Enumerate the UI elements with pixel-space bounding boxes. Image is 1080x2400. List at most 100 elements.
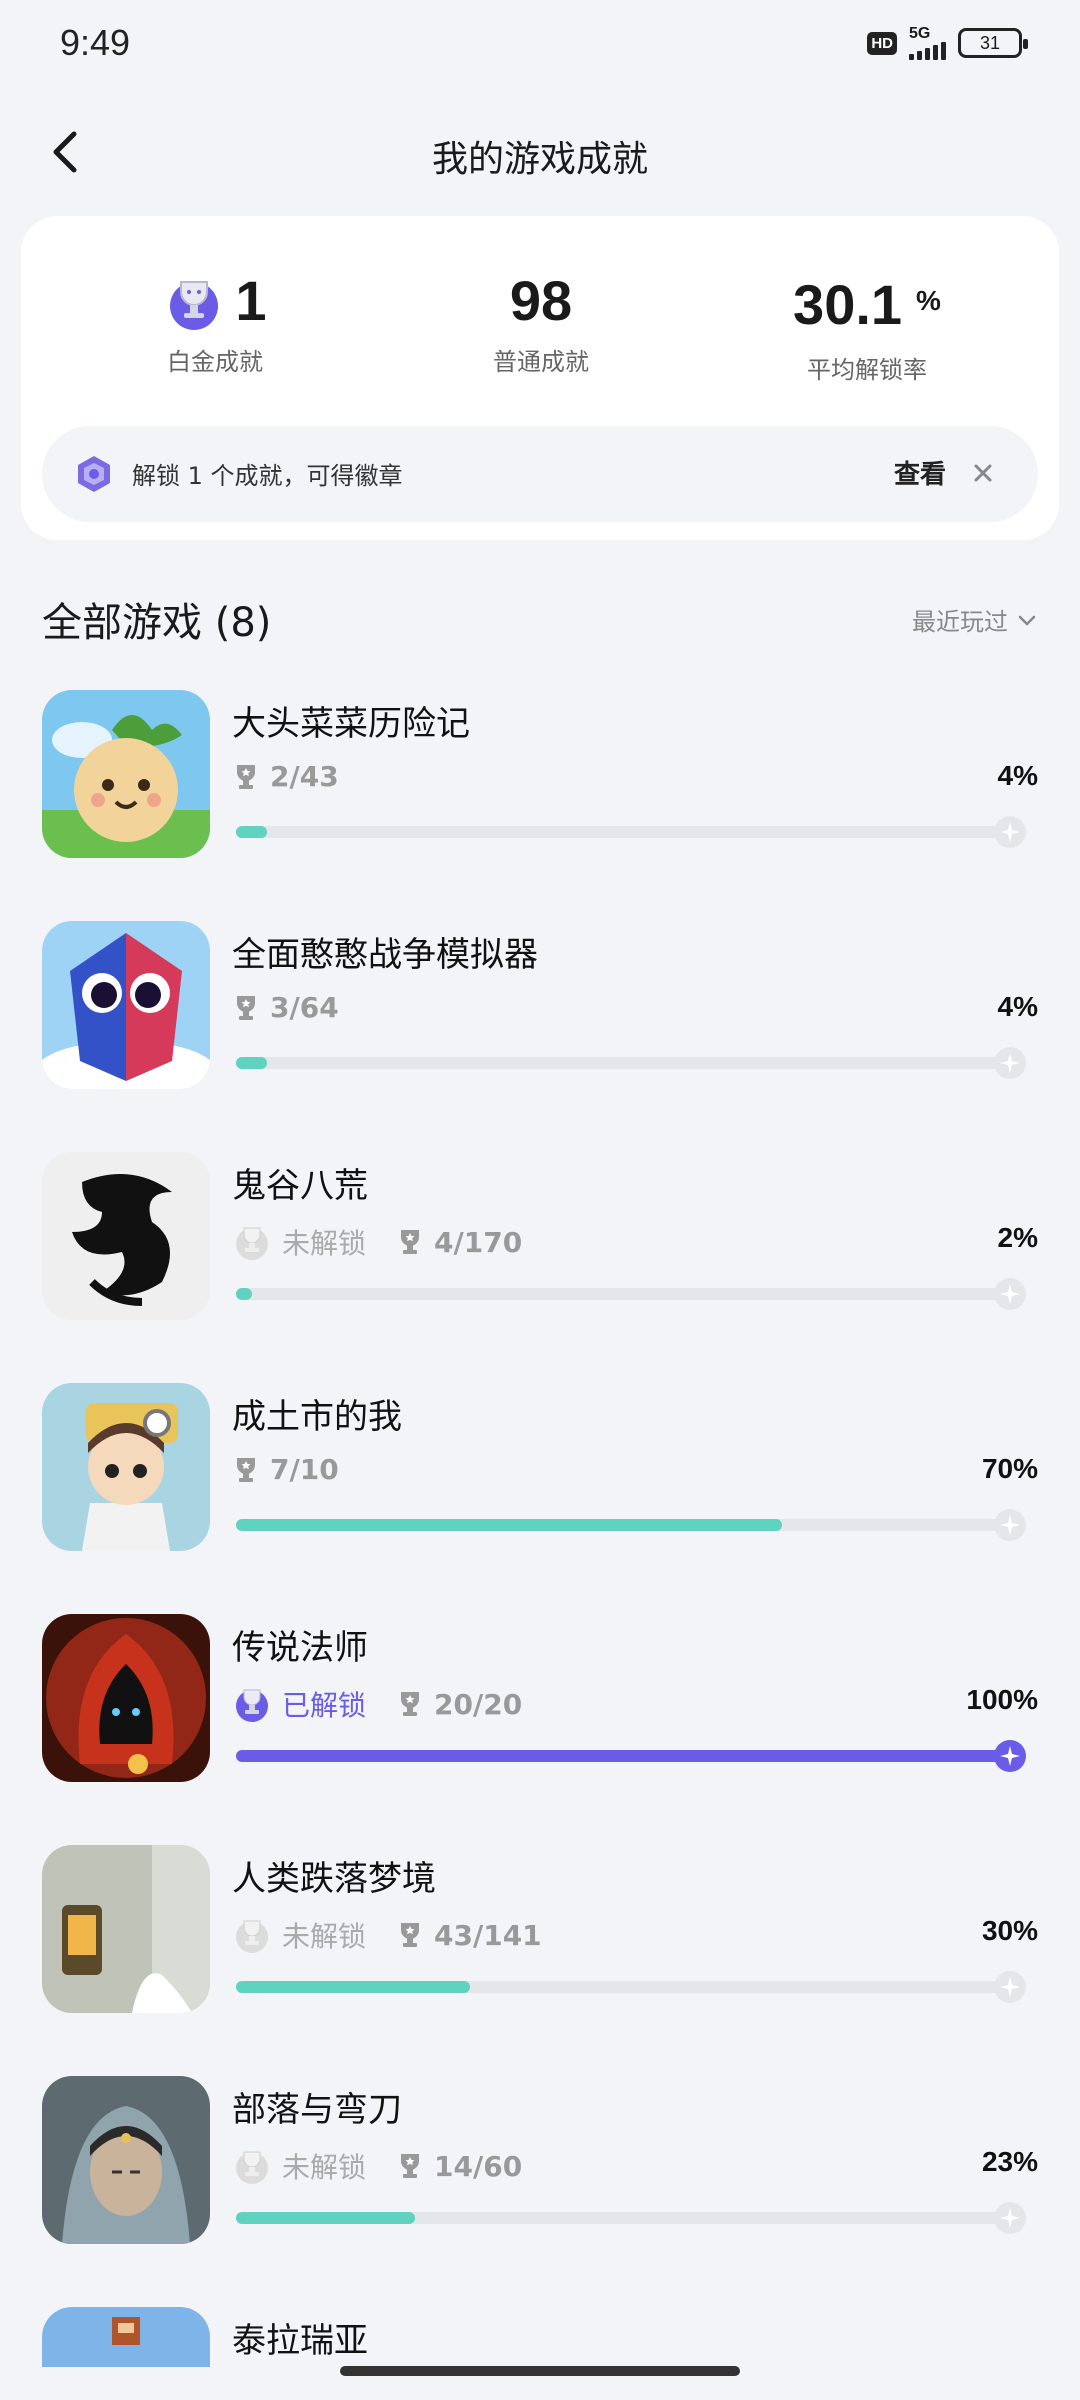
- platinum-endpoint-icon: [994, 1047, 1026, 1079]
- achievement-count-text: 2/43: [270, 760, 339, 793]
- completion-percent: 4%: [997, 991, 1038, 1022]
- progress-fill: [236, 1981, 470, 1993]
- status-bar: 9:49 HD 5G 31: [0, 0, 1080, 92]
- game-icon: [42, 921, 210, 1089]
- platinum-endpoint-icon: [994, 1740, 1026, 1772]
- platinum-unlocked-icon: [236, 1689, 268, 1722]
- signal-icon: 5G: [909, 26, 946, 60]
- platinum-status: 未解锁: [232, 1915, 366, 1955]
- game-meta: 未解锁 14/60: [232, 2146, 522, 2186]
- progress-bar: [236, 1971, 1026, 2003]
- game-row[interactable]: 部落与弯刀 未解锁 14/60 23%: [42, 2076, 1038, 2246]
- normal-stat: 98 普通成就: [391, 266, 691, 377]
- game-name: 大头菜菜历险记: [232, 704, 470, 744]
- progress-bar: [236, 1740, 1026, 1772]
- game-name: 泰拉瑞亚: [232, 2321, 368, 2361]
- progress-bar: [236, 1047, 1026, 1079]
- progress-bar: [236, 1509, 1026, 1541]
- sort-dropdown[interactable]: 最近玩过: [912, 602, 1038, 637]
- game-meta: 未解锁 43/141: [232, 1915, 542, 1955]
- game-name: 成土市的我: [232, 1397, 402, 1437]
- trophy-icon: [401, 2154, 420, 2178]
- completion-percent: 100%: [966, 1684, 1038, 1715]
- game-icon: [42, 2307, 210, 2367]
- game-row[interactable]: 全面憨憨战争模拟器 3/64 4%: [42, 921, 1038, 1091]
- completion-percent: 30%: [981, 1915, 1038, 1946]
- game-meta: 未解锁 4/170: [232, 1222, 522, 1262]
- game-meta: 已解锁 20/20: [232, 1684, 522, 1724]
- trophy-icon: [401, 1923, 420, 1947]
- badge-banner[interactable]: 解锁 1 个成就，可得徽章 查看: [42, 426, 1038, 522]
- game-meta: 2/43: [232, 760, 339, 793]
- status-icons: HD 5G 31: [867, 26, 1028, 60]
- sort-label: 最近玩过: [912, 608, 1008, 636]
- header: 我的游戏成就: [0, 108, 1080, 198]
- platinum-status: 已解锁: [232, 1684, 366, 1724]
- progress-fill: [236, 2212, 416, 2224]
- home-indicator[interactable]: [340, 2366, 740, 2376]
- achievement-count-text: 3/64: [270, 991, 339, 1024]
- progress-bar: [236, 1278, 1026, 1310]
- status-time: 9:49: [60, 22, 131, 63]
- normal-count: 98: [509, 269, 573, 332]
- progress-fill: [236, 1750, 1016, 1762]
- platinum-locked-icon: [236, 1227, 268, 1260]
- game-row[interactable]: 大头菜菜历险记 2/43 4%: [42, 690, 1038, 860]
- trophy-icon: [401, 1230, 420, 1254]
- chevron-down-icon: [1018, 615, 1036, 626]
- badge-banner-text: 解锁 1 个成就，可得徽章: [132, 462, 403, 490]
- hd-badge: HD: [867, 31, 897, 55]
- game-row[interactable]: 人类跌落梦境 未解锁 43/141 30%: [42, 1845, 1038, 2015]
- achievement-count: 20/20: [396, 1688, 522, 1721]
- achievement-count-text: 14/60: [434, 2149, 523, 2183]
- achievement-count-text: 7/10: [270, 1453, 339, 1486]
- rate-stat: 30.1% 平均解锁率: [717, 266, 1017, 385]
- game-name: 鬼谷八荒: [232, 1166, 368, 1206]
- platinum-status-text: 未解锁: [282, 2151, 367, 2184]
- view-button[interactable]: 查看: [894, 454, 946, 491]
- game-row[interactable]: 成土市的我 7/10 70%: [42, 1383, 1038, 1553]
- summary-card: 1 白金成就 98 普通成就 30.1% 平均解锁率 解锁 1 个成就，可得徽章…: [21, 216, 1059, 540]
- platinum-status: 未解锁: [232, 2146, 366, 2186]
- platinum-status-text: 已解锁: [282, 1689, 367, 1722]
- achievement-count: 43/141: [396, 1919, 542, 1952]
- achievement-count: 4/170: [396, 1226, 522, 1259]
- progress-fill: [236, 1288, 252, 1300]
- game-name: 传说法师: [232, 1628, 368, 1668]
- platinum-endpoint-icon: [994, 1278, 1026, 1310]
- trophy-icon: [237, 1457, 255, 1482]
- completion-percent: 4%: [997, 760, 1038, 791]
- game-row[interactable]: 鬼谷八荒 未解锁 4/170 2%: [42, 1152, 1038, 1322]
- game-icon: [42, 2076, 210, 2244]
- trophy-icon: [237, 764, 255, 789]
- game-row[interactable]: 泰拉瑞亚: [42, 2307, 1038, 2367]
- achievement-count-text: 20/20: [434, 1687, 523, 1721]
- platinum-endpoint-icon: [994, 1971, 1026, 2003]
- close-icon[interactable]: [966, 456, 1000, 490]
- progress-fill: [236, 1519, 782, 1531]
- trophy-icon: [401, 1692, 420, 1716]
- platinum-label: 白金成就: [167, 348, 263, 376]
- network-type: 5G: [909, 25, 931, 42]
- game-list-title: 全部游戏 (8): [42, 600, 272, 646]
- game-name: 全面憨憨战争模拟器: [232, 935, 538, 975]
- platinum-locked-icon: [236, 1920, 268, 1953]
- achievement-count-text: 4/170: [434, 1225, 523, 1259]
- progress-fill: [236, 1057, 268, 1069]
- platinum-trophy-icon: [170, 281, 219, 330]
- battery-icon: 31: [958, 28, 1028, 58]
- platinum-endpoint-icon: [994, 816, 1026, 848]
- progress-bar: [236, 816, 1026, 848]
- game-meta: 7/10: [232, 1453, 339, 1486]
- game-name: 部落与弯刀: [232, 2090, 402, 2130]
- achievement-count: 3/64: [232, 991, 339, 1024]
- completion-percent: 2%: [997, 1222, 1038, 1253]
- game-icon: [42, 1845, 210, 2013]
- rate-label: 平均解锁率: [807, 356, 927, 384]
- achievement-count: 7/10: [232, 1453, 339, 1486]
- platinum-locked-icon: [236, 2151, 268, 2184]
- progress-bar: [236, 2202, 1026, 2234]
- game-name: 人类跌落梦境: [232, 1859, 436, 1899]
- rate-unit: %: [916, 285, 941, 316]
- game-row[interactable]: 传说法师 已解锁 20/20 100%: [42, 1614, 1038, 1784]
